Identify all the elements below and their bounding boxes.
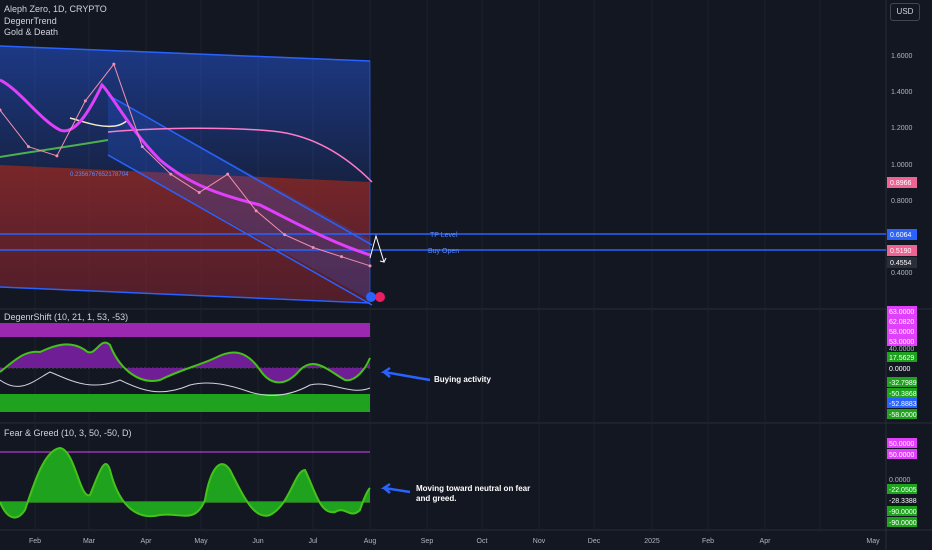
osc1-tag: 58.0000: [889, 329, 914, 336]
buy-price-tag: 0.5190: [890, 248, 912, 255]
osc2-tag: -22.0505: [889, 487, 917, 494]
buying-activity-arrow: [380, 366, 431, 382]
price-point: [83, 99, 87, 103]
buy-open-label: Buy Open: [428, 248, 459, 255]
osc1-tag: 63.0000: [889, 309, 914, 316]
shift-fill: [0, 342, 370, 383]
price-point: [55, 154, 59, 158]
degenrshift-panel: [0, 323, 431, 412]
time-axis: Feb Mar Apr May Jun Jul Aug Sep Oct Nov …: [29, 538, 880, 545]
osc1-tag: 0.0000: [889, 366, 911, 373]
time-tick: Feb: [29, 538, 41, 545]
osc2-tag: 50.0000: [889, 441, 914, 448]
fib-label: 0.2356767652178704: [70, 172, 129, 178]
price-tick: 1.6000: [891, 53, 913, 60]
fear-fill: [0, 448, 370, 518]
price-tags: 0.8966 0.6064 0.5190 0.4554: [887, 177, 917, 268]
time-tick: Apr: [760, 538, 772, 545]
ma-price-tag: 0.8966: [890, 180, 912, 187]
osc1-tag: -50.3868: [889, 391, 917, 398]
indicator-gold-death[interactable]: Gold & Death: [4, 27, 58, 38]
price-point: [368, 264, 372, 268]
price-tick: 1.0000: [891, 162, 913, 169]
price-point: [140, 145, 144, 149]
main-price-panel: TP Level Buy Open 0.2356767652178704: [0, 45, 886, 306]
tp-level-label: TP Level: [430, 232, 458, 239]
degenrshift-title[interactable]: DegenrShift (10, 21, 1, 53, -53): [4, 312, 128, 323]
osc1-tag: 53.0000: [889, 339, 914, 346]
chart-canvas: TP Level Buy Open 0.2356767652178704 1.6…: [0, 0, 932, 550]
price-tick: 1.4000: [891, 89, 913, 96]
price-point: [26, 145, 30, 149]
osc1-tag: 17.5629: [889, 355, 914, 362]
time-tick: Aug: [364, 538, 377, 545]
price-point: [311, 246, 315, 249]
fear-greed-panel: [0, 446, 411, 519]
price-axis: 1.6000 1.4000 1.2000 1.0000 0.8000 0.400…: [891, 53, 913, 277]
tp-price-tag: 0.6064: [890, 232, 912, 239]
osc2-tag: 0.0000: [889, 477, 911, 484]
oversold-band: [0, 394, 370, 412]
price-point: [340, 255, 344, 259]
price-point: [169, 172, 173, 176]
last-price-tag: 0.4554: [890, 260, 912, 267]
symbol-title: Aleph Zero, 1D, CRYPTO: [4, 4, 107, 14]
neutral-note-line1: Moving toward neutral on fear: [416, 484, 531, 493]
neutral-arrow: [380, 482, 411, 494]
price-point: [254, 209, 258, 213]
osc2-tags: 50.0000 50.0000 0.0000 -22.0505 -28.3388…: [887, 438, 917, 527]
time-tick: Oct: [477, 538, 488, 545]
osc2-tag: 50.0000: [889, 452, 914, 459]
buying-activity-note: Buying activity: [434, 375, 491, 384]
time-tick: May: [866, 538, 880, 545]
neutral-note-line2: and greed.: [416, 494, 457, 503]
osc1-tag: -58.0000: [889, 412, 917, 419]
price-point: [283, 233, 287, 237]
time-tick: Sep: [421, 538, 434, 545]
event-icon: [375, 292, 385, 302]
osc1-tags: 63.0000 62.0820 58.0000 53.0000 40.0000 …: [887, 306, 917, 419]
osc1-tag: -52.8883: [889, 401, 917, 408]
price-point: [226, 172, 230, 176]
time-tick: Feb: [702, 538, 714, 545]
time-tick: 2025: [644, 538, 660, 545]
osc1-tag: 40.0000: [889, 346, 914, 353]
overbought-band: [0, 323, 370, 337]
flag-icon: [366, 292, 376, 302]
price-tick: 0.8000: [891, 198, 913, 205]
price-tick: 1.2000: [891, 125, 913, 132]
projection-arrow: [369, 234, 387, 263]
osc1-tag: -32.7989: [889, 380, 917, 387]
osc2-tag: -90.0000: [889, 520, 917, 527]
time-tick: Jun: [252, 538, 263, 545]
time-tick: Jul: [309, 538, 318, 545]
osc2-tag: -90.0000: [889, 509, 917, 516]
time-tick: May: [194, 538, 208, 545]
price-tick: 0.4000: [891, 270, 913, 277]
time-tick: Dec: [588, 538, 601, 545]
time-tick: Apr: [141, 538, 153, 545]
price-point: [112, 62, 116, 66]
currency-button[interactable]: USD: [890, 3, 920, 21]
osc2-tag: -28.3388: [889, 498, 917, 505]
osc1-tag: 62.0820: [889, 319, 914, 326]
price-point: [197, 191, 201, 194]
time-tick: Nov: [533, 538, 546, 545]
shift-line-white: [0, 371, 371, 396]
fear-greed-title[interactable]: Fear & Greed (10, 3, 50, -50, D): [4, 428, 132, 439]
time-tick: Mar: [83, 538, 96, 545]
indicator-degenrtrend[interactable]: DegenrTrend: [4, 16, 57, 27]
